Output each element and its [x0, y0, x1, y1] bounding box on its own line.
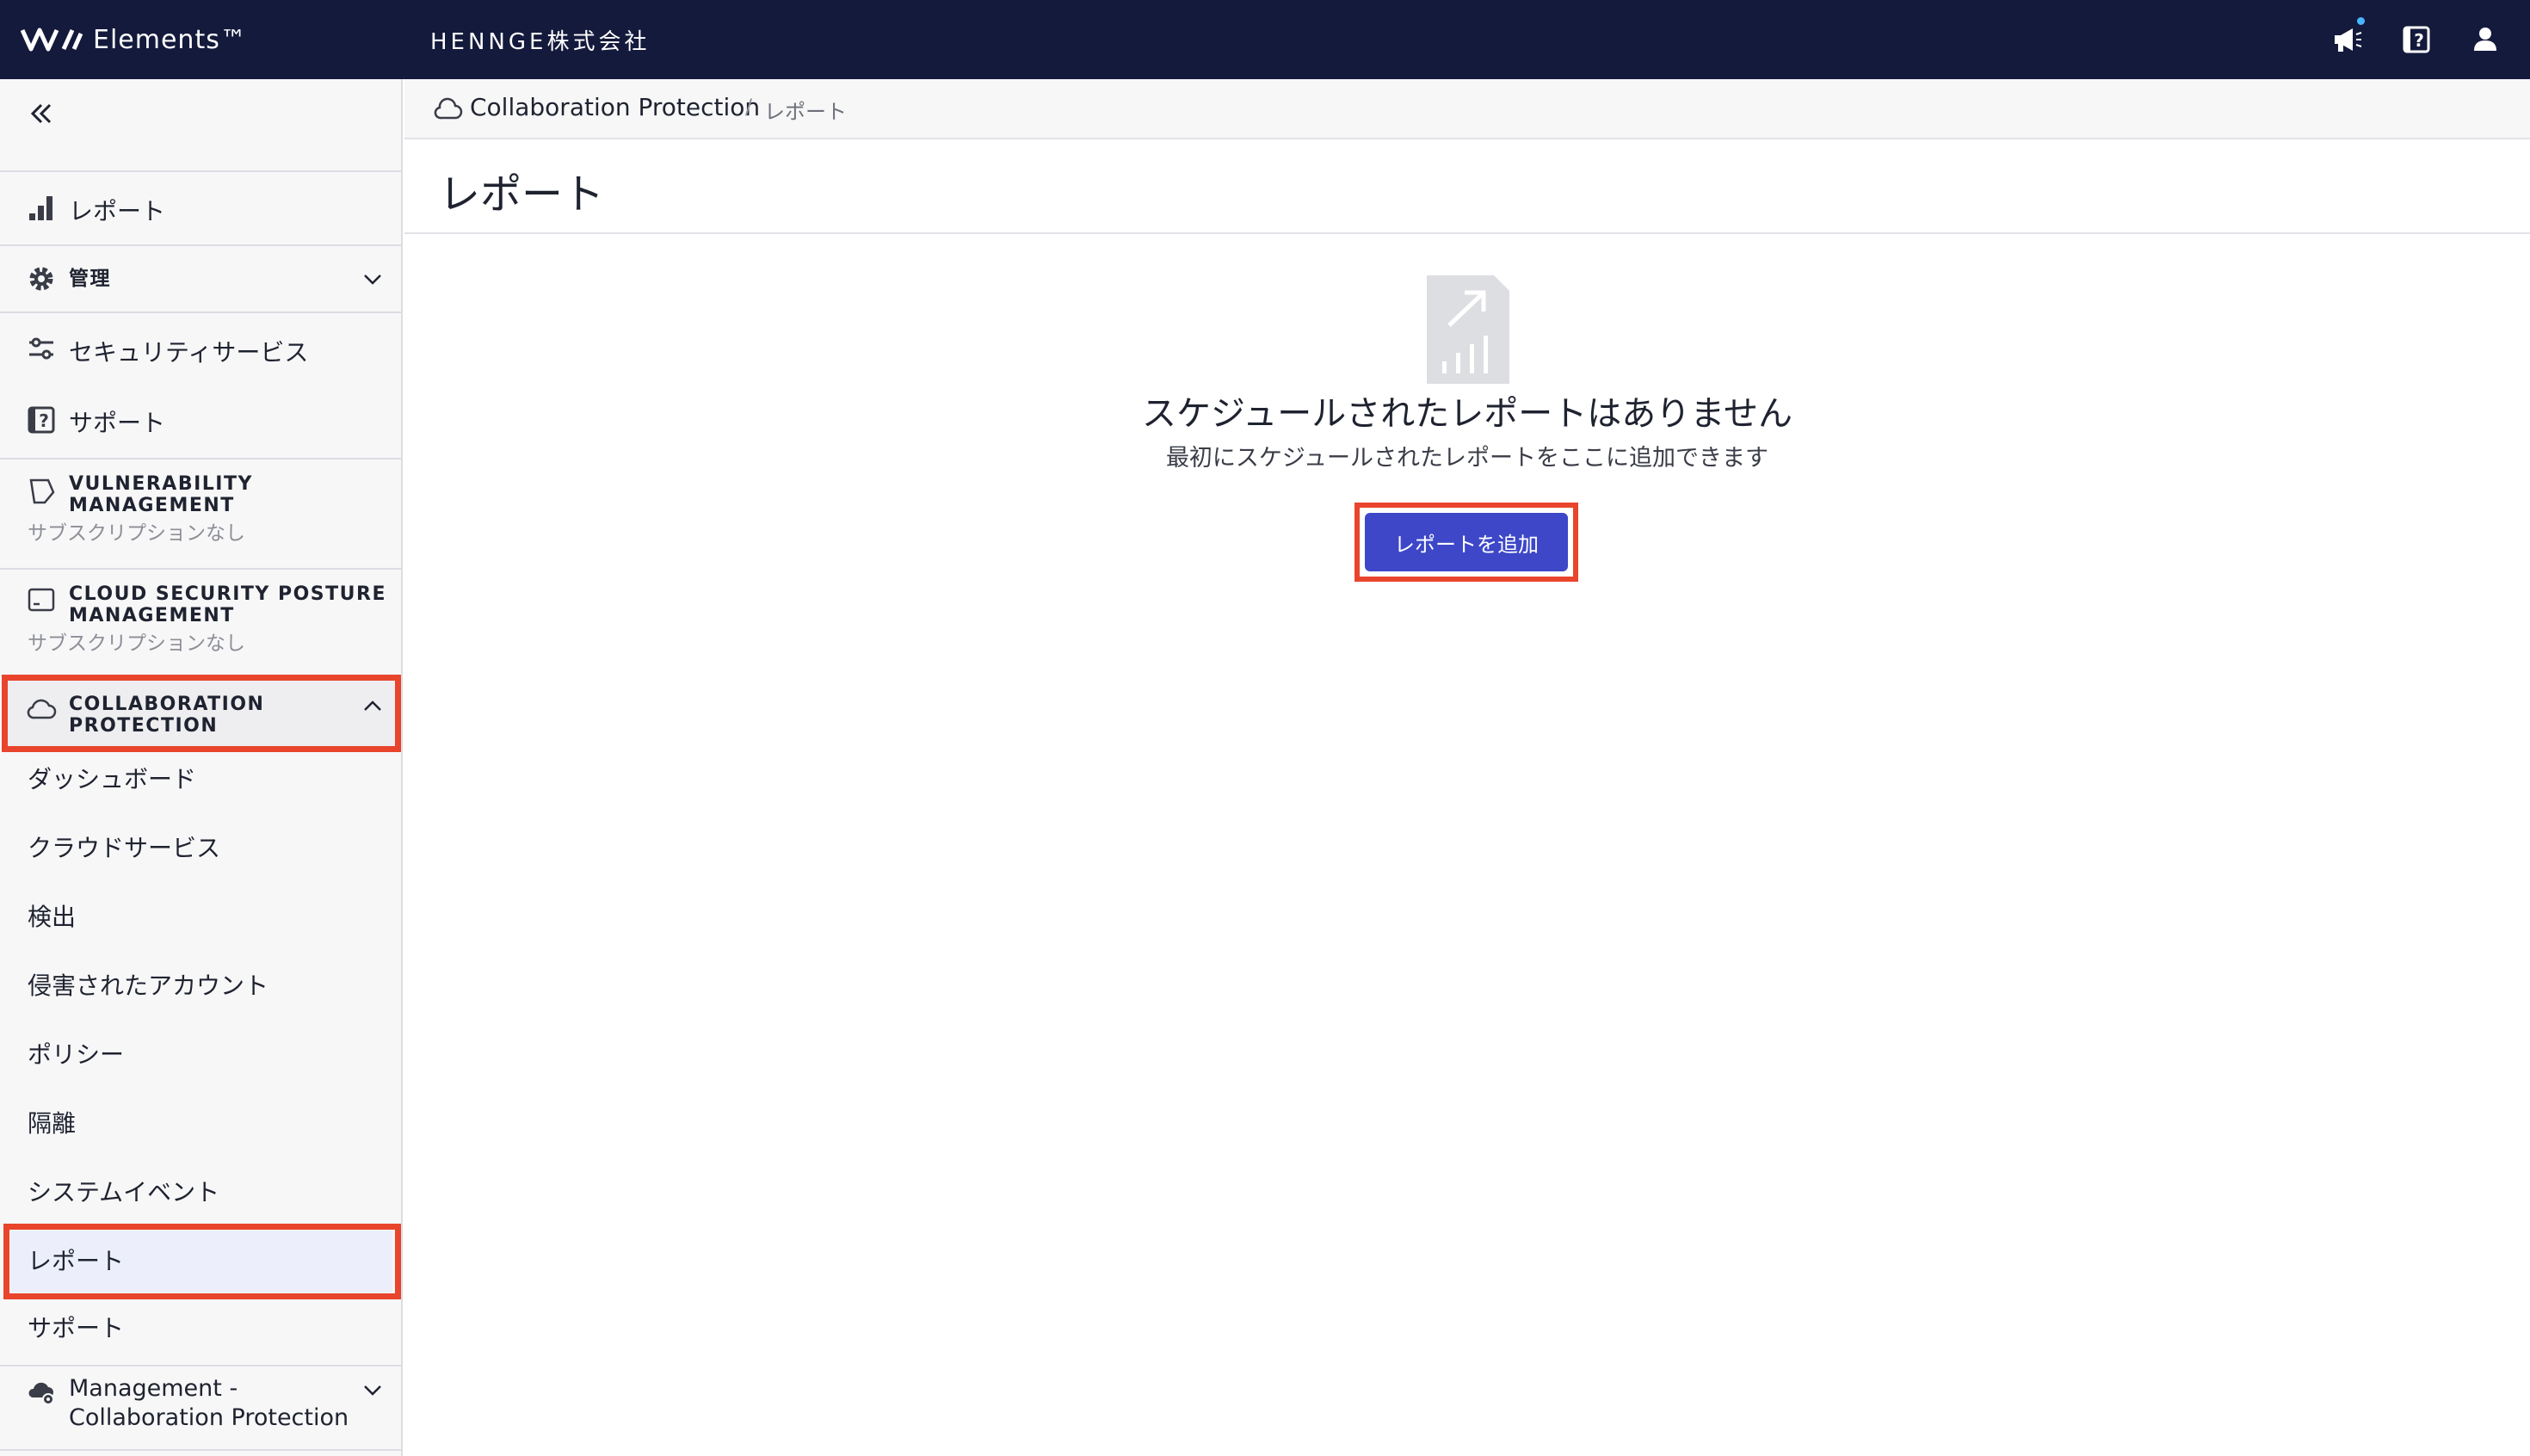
top-bar: Elements™ HENNGE株式会社 ? [0, 0, 2530, 79]
sidebar-subitem-system-events[interactable]: システムイベント [28, 1174, 219, 1208]
breadcrumb: Collaboration Protection / レポート [404, 79, 2530, 139]
breadcrumb-link-collaboration[interactable]: Collaboration Protection [470, 93, 760, 121]
sidebar-item-reports[interactable]: レポート [0, 172, 401, 244]
sidebar-item-label-line1: Management - [69, 1375, 238, 1402]
sidebar-item-title-line2: MANAGEMENT [69, 605, 235, 626]
sidebar-subitem-dashboard[interactable]: ダッシュボード [28, 761, 196, 795]
help-button[interactable]: ? [2397, 21, 2435, 59]
sidebar-item-security-services[interactable]: セキュリティサービス [0, 313, 401, 386]
sidebar-item-cspm[interactable]: CLOUD SECURITY POSTURE MANAGEMENT サブスクリプ… [0, 570, 401, 676]
elements-logo[interactable]: Elements™ [21, 19, 247, 60]
chevron-down-icon [364, 275, 381, 285]
sidebar-item-title-line1: VULNERABILITY [69, 473, 253, 495]
sidebar-item-label: 管理 [69, 268, 111, 290]
user-icon [2474, 28, 2496, 51]
sidebar-subitem-detections[interactable]: 検出 [28, 898, 76, 933]
sidebar-item-title-line2: MANAGEMENT [69, 495, 235, 516]
sidebar-item-label: セキュリティサービス [69, 338, 309, 367]
highlight-collaboration-protection [2, 675, 401, 752]
sidebar-item-title-line1: CLOUD SECURITY POSTURE [69, 583, 386, 605]
megaphone-icon [2335, 28, 2362, 52]
sidebar-item-vulnerability-management[interactable]: VULNERABILITY MANAGEMENT サブスクリプションなし [0, 460, 401, 568]
page-title: レポート [439, 170, 605, 219]
bar-chart-icon [29, 196, 52, 220]
notification-dot [2357, 17, 2365, 25]
sidebar-item-label: サポート [69, 409, 166, 437]
help-icon: ? [2403, 26, 2430, 53]
gear-icon [29, 267, 53, 291]
collapse-sidebar-icon[interactable] [26, 98, 57, 129]
sidebar-subitem-policies[interactable]: ポリシー [28, 1036, 124, 1070]
tenant-name: HENNGE株式会社 [430, 29, 651, 55]
elements-logo-icon [21, 28, 83, 52]
sidebar-subitem-support[interactable]: サポート [28, 1310, 124, 1344]
logo-text: Elements™ [93, 24, 247, 55]
sidebar-item-label: レポート [69, 197, 166, 225]
cloud-gear-icon [28, 1382, 54, 1405]
shield-icon [29, 478, 55, 504]
help-icon: ? [28, 406, 55, 434]
sliders-icon [29, 337, 53, 360]
empty-report-icon [1427, 275, 1509, 384]
empty-state-subtitle: 最初にスケジュールされたレポートをここに追加できます [1165, 445, 1769, 472]
add-report-button[interactable]: レポートを追加 [1365, 513, 1568, 571]
chevron-down-icon [364, 1385, 381, 1396]
sidebar-subitem-compromised-accounts[interactable]: 侵害されたアカウント [28, 967, 268, 1002]
svg-text:?: ? [2414, 30, 2424, 51]
breadcrumb-current: レポート [764, 100, 847, 124]
sidebar-item-admin[interactable]: 管理 [0, 246, 401, 312]
sidebar-divider [0, 1449, 401, 1451]
empty-state-title: スケジュールされたレポートはありません [1142, 394, 1793, 434]
sidebar-subitem-cloud-services[interactable]: クラウドサービス [28, 830, 220, 864]
sidebar: レポート 管理 セキュリティサービス ? サポート VULNERABILITY … [0, 79, 403, 1456]
subscription-status: サブスクリプションなし [28, 522, 245, 545]
sidebar-item-support[interactable]: ? サポート [0, 386, 401, 458]
monitor-icon [28, 588, 55, 612]
title-divider [404, 232, 2530, 234]
sidebar-subitem-quarantine[interactable]: 隔離 [28, 1105, 76, 1139]
subscription-status: サブスクリプションなし [28, 632, 245, 655]
breadcrumb-separator: / [745, 95, 753, 119]
sidebar-item-management-collaboration[interactable]: Management - Collaboration Protection [0, 1367, 401, 1449]
highlight-reports [3, 1224, 401, 1299]
svg-text:?: ? [39, 410, 49, 431]
cloud-icon [434, 97, 463, 120]
account-button[interactable] [2466, 21, 2504, 59]
sidebar-item-label-line2: Collaboration Protection [69, 1404, 349, 1431]
announcements-button[interactable] [2329, 17, 2366, 59]
